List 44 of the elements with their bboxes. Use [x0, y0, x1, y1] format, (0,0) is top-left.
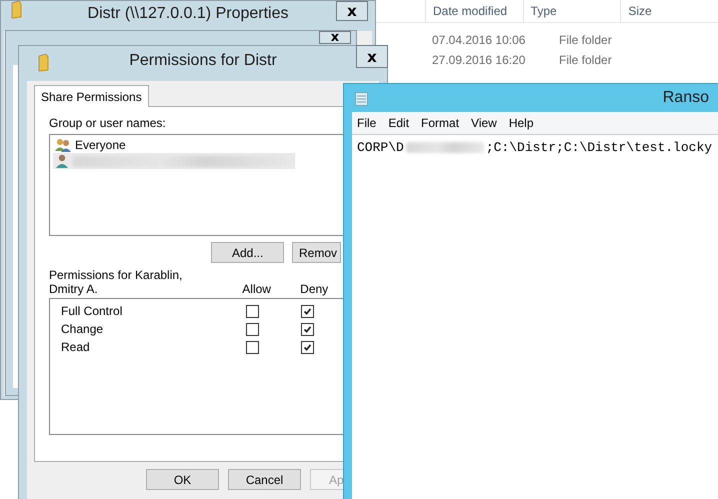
permission-name: Change: [61, 322, 104, 336]
group-label: Group or user names:: [49, 116, 167, 130]
column-header: Deny: [300, 282, 330, 296]
date-cell-text: 27.09.2016 16:20: [431, 53, 526, 67]
checkbox[interactable]: [246, 340, 259, 354]
user-item[interactable]: Everyone: [53, 137, 128, 153]
close-button[interactable]: x: [336, 1, 368, 21]
date-cell-text: 07.04.2016 10:06: [431, 33, 526, 47]
window-title: Ranso: [662, 89, 709, 107]
dialog-button[interactable]: Cancel: [228, 469, 301, 490]
tab[interactable]: Share Permissions: [34, 85, 149, 107]
checkbox[interactable]: [246, 304, 259, 318]
column-header[interactable]: Size: [620, 0, 718, 22]
folder-icon: [10, 1, 24, 19]
window-title: Distr (\\127.0.0.1) Properties: [88, 4, 288, 24]
close-button[interactable]: x: [356, 45, 388, 68]
close-button[interactable]: x: [319, 31, 351, 44]
menu-item[interactable]: Format: [416, 116, 466, 130]
users-icon: [55, 138, 71, 152]
permission-name: Full Control: [61, 304, 124, 318]
checkbox[interactable]: [246, 322, 259, 336]
text-content: CORP\D: [357, 140, 404, 154]
checkbox[interactable]: [301, 322, 314, 336]
menu-item[interactable]: Edit: [383, 116, 416, 130]
checkbox[interactable]: [301, 340, 314, 354]
dialog-button[interactable]: OK: [146, 469, 219, 490]
list-button[interactable]: Add...: [211, 242, 284, 263]
menu-item[interactable]: Help: [504, 116, 541, 130]
window-title: Permissions for Distr: [129, 51, 277, 71]
folder-icon: [37, 54, 51, 72]
type-cell-text: File folder: [558, 33, 613, 47]
user-icon: [55, 154, 69, 168]
notepad-icon: [355, 90, 368, 106]
checkbox[interactable]: [301, 304, 314, 318]
text-content: ;C:\Distr;C:\Distr\test.locky: [486, 140, 712, 154]
column-header: Allow: [242, 282, 272, 296]
list-button[interactable]: Remov: [292, 242, 341, 263]
permission-name: Read: [61, 340, 91, 354]
permissions-label: Permissions for Karablin, Dmitry A.: [49, 268, 184, 296]
column-header[interactable]: Type: [522, 0, 620, 22]
type-cell-text: File folder: [558, 53, 613, 67]
column-header[interactable]: Date modified: [425, 0, 523, 22]
menu-item[interactable]: View: [466, 116, 504, 130]
menu-item[interactable]: File: [352, 116, 384, 130]
